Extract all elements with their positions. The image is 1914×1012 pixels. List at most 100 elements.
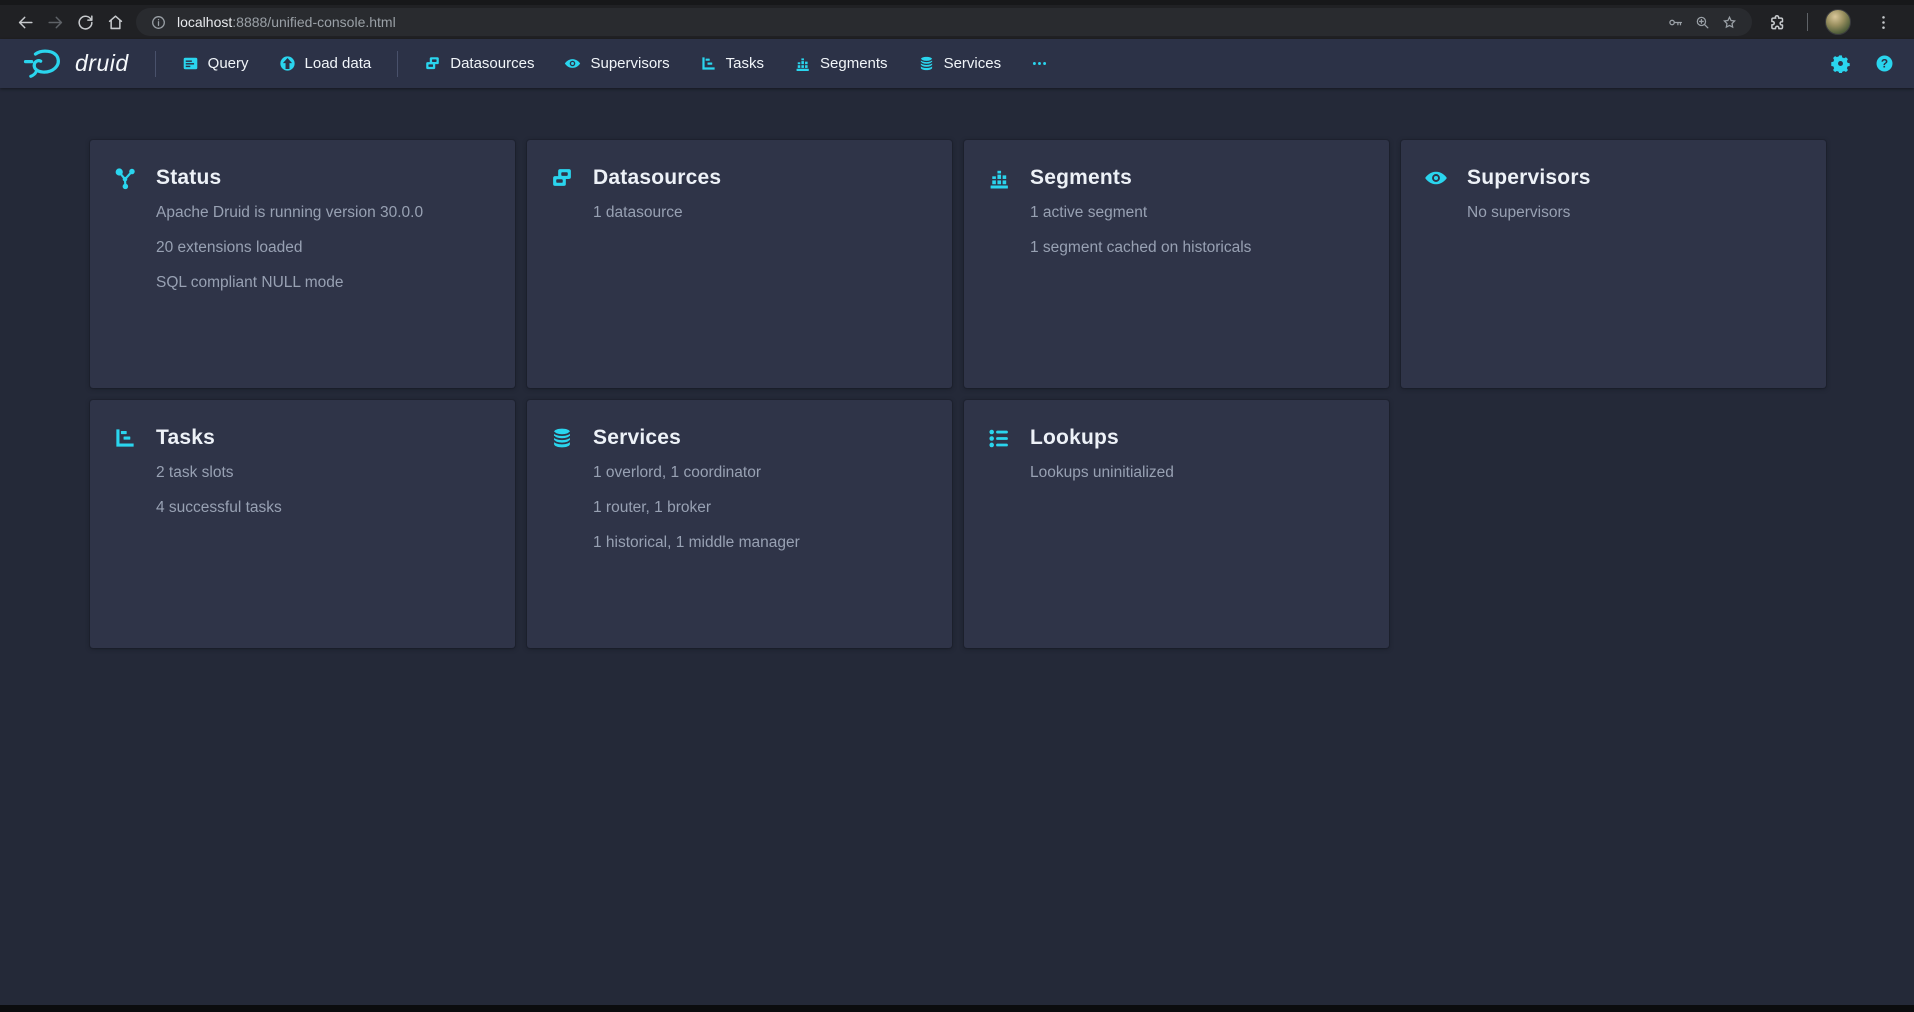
nav-item-datasources[interactable]: Datasources	[424, 55, 534, 72]
druid-logo[interactable]: druid	[22, 46, 129, 82]
home-icon	[106, 13, 125, 32]
card-title: Services	[593, 424, 800, 452]
druid-logo-text: druid	[75, 50, 129, 77]
nav-item-services[interactable]: Services	[918, 55, 1002, 72]
card-segments[interactable]: Segments 1 active segment 1 segment cache…	[964, 140, 1389, 388]
card-title: Tasks	[156, 424, 282, 452]
card-text: Supervisors No supervisors	[1467, 164, 1591, 238]
password-key-icon[interactable]	[1667, 14, 1684, 31]
nav-item-label: Query	[208, 55, 249, 72]
navbar-divider	[155, 51, 156, 77]
query-window-icon	[182, 55, 199, 72]
eye-icon	[564, 55, 581, 72]
card-stat-line: 1 active segment	[1030, 203, 1251, 223]
reload-icon	[76, 13, 95, 32]
bookmark-star-icon[interactable]	[1721, 14, 1738, 31]
card-stat-line: 4 successful tasks	[156, 498, 282, 518]
nav-item-tasks[interactable]: Tasks	[700, 55, 764, 72]
card-text: Status Apache Druid is running version 3…	[156, 164, 423, 308]
stacked-windows-icon	[424, 55, 441, 72]
card-title: Lookups	[1030, 424, 1174, 452]
status-card-grid: Status Apache Druid is running version 3…	[90, 140, 1826, 648]
extensions-puzzle-icon	[1768, 13, 1787, 32]
card-text: Segments 1 active segment 1 segment cache…	[1030, 164, 1251, 273]
help-icon	[1875, 54, 1894, 73]
gantt-chart-icon	[113, 426, 137, 450]
kebab-menu-icon	[1874, 13, 1893, 32]
help-button[interactable]	[1875, 54, 1894, 73]
graph-icon	[113, 166, 137, 190]
url-bar[interactable]: localhost:8888/unified-console.html	[136, 8, 1752, 36]
profile-avatar	[1825, 9, 1851, 35]
card-title: Supervisors	[1467, 164, 1591, 192]
card-status[interactable]: Status Apache Druid is running version 3…	[90, 140, 515, 388]
card-title: Status	[156, 164, 423, 192]
card-stat-line: 1 historical, 1 middle manager	[593, 533, 800, 553]
card-text: Services 1 overlord, 1 coordinator 1 rout…	[593, 424, 800, 568]
browser-toolbar: localhost:8888/unified-console.html	[0, 5, 1914, 39]
card-title: Datasources	[593, 164, 721, 192]
nav-item-query[interactable]: Query	[182, 55, 249, 72]
back-button[interactable]	[10, 7, 40, 37]
druid-console-window: { "colors": { "accent": "#2ad5ee", "page…	[0, 0, 1914, 1012]
settings-button[interactable]	[1831, 54, 1850, 73]
browser-chrome: localhost:8888/unified-console.html	[0, 0, 1914, 39]
eye-icon	[1424, 166, 1448, 190]
nav-item-label: Tasks	[726, 55, 764, 72]
druid-logo-icon	[22, 46, 66, 82]
card-text: Lookups Lookups uninitialized	[1030, 424, 1174, 498]
card-stat-line: 1 segment cached on historicals	[1030, 238, 1251, 258]
card-stat-line: 1 datasource	[593, 203, 721, 223]
card-stat-line: No supervisors	[1467, 203, 1591, 223]
card-lookups[interactable]: Lookups Lookups uninitialized	[964, 400, 1389, 648]
card-supervisors[interactable]: Supervisors No supervisors	[1401, 140, 1826, 388]
navbar-divider	[397, 51, 398, 77]
browser-right-cluster	[1762, 7, 1902, 37]
upload-icon	[279, 55, 296, 72]
site-info-icon[interactable]	[150, 14, 167, 31]
bullet-list-icon	[987, 426, 1011, 450]
card-text: Tasks 2 task slots 4 successful tasks	[156, 424, 282, 533]
bar-chart-icon	[987, 166, 1011, 190]
nav-item-load-data[interactable]: Load data	[279, 55, 372, 72]
zoom-in-icon[interactable]	[1694, 14, 1711, 31]
nav-item-segments[interactable]: Segments	[794, 55, 888, 72]
card-stat-line: 2 task slots	[156, 463, 282, 483]
card-stat-line: 1 router, 1 broker	[593, 498, 800, 518]
stacked-windows-icon	[550, 166, 574, 190]
gantt-chart-icon	[700, 55, 717, 72]
browser-menu-button[interactable]	[1868, 7, 1898, 37]
druid-navbar: druid Query Load data Datasources Superv…	[0, 39, 1914, 88]
card-stat-line: SQL compliant NULL mode	[156, 273, 423, 293]
navbar-right-group	[1831, 54, 1894, 73]
home-button[interactable]	[100, 7, 130, 37]
reload-button[interactable]	[70, 7, 100, 37]
forward-button[interactable]	[40, 7, 70, 37]
gear-icon	[1831, 54, 1850, 73]
url-text: localhost:8888/unified-console.html	[177, 14, 396, 30]
card-stat-line: Lookups uninitialized	[1030, 463, 1174, 483]
forward-arrow-icon	[46, 13, 65, 32]
nav-item-label: Datasources	[450, 55, 534, 72]
toolbar-separator	[1807, 13, 1808, 31]
card-datasources[interactable]: Datasources 1 datasource	[527, 140, 952, 388]
nav-more-button[interactable]	[1031, 55, 1048, 72]
card-title: Segments	[1030, 164, 1251, 192]
window-bottom-edge	[0, 1005, 1914, 1012]
back-arrow-icon	[16, 13, 35, 32]
card-services[interactable]: Services 1 overlord, 1 coordinator 1 rout…	[527, 400, 952, 648]
more-dots-icon	[1031, 55, 1048, 72]
profile-button[interactable]	[1823, 7, 1853, 37]
nav-item-supervisors[interactable]: Supervisors	[564, 55, 669, 72]
nav-item-label: Services	[944, 55, 1002, 72]
home-view: Status Apache Druid is running version 3…	[0, 88, 1914, 648]
card-stat-line: 1 overlord, 1 coordinator	[593, 463, 800, 483]
extensions-button[interactable]	[1762, 7, 1792, 37]
nav-item-label: Load data	[305, 55, 372, 72]
navbar-primary-group: Query Load data	[182, 55, 372, 72]
nav-item-label: Segments	[820, 55, 888, 72]
database-icon	[550, 426, 574, 450]
card-stat-line: 20 extensions loaded	[156, 238, 423, 258]
database-icon	[918, 55, 935, 72]
card-tasks[interactable]: Tasks 2 task slots 4 successful tasks	[90, 400, 515, 648]
